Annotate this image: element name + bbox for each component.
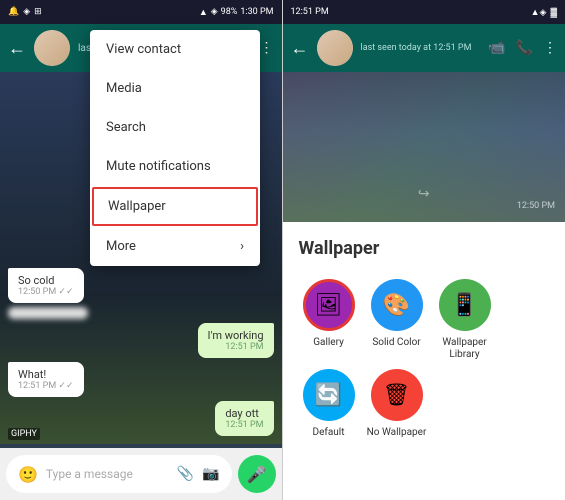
right-panel: 12:51 PM ▲◈ ▓ ← last seen today at 12:51… xyxy=(283,0,565,500)
menu-item-label-6: More xyxy=(106,239,136,254)
menu-item-label-3: Search xyxy=(106,120,146,135)
solid-color-icon-circle[interactable]: 🎨 xyxy=(371,279,423,331)
avatar-img-left xyxy=(34,30,70,66)
wallpaper-section-title: Wallpaper xyxy=(299,238,550,259)
more-icon-right[interactable]: ⋮ xyxy=(543,40,557,56)
input-placeholder: Type a message xyxy=(46,467,169,481)
menu-mute[interactable]: Mute notifications xyxy=(90,147,260,186)
header-actions-right[interactable]: 📹 📞 ⋮ xyxy=(488,40,557,56)
msg-time-4: 12:51 PM xyxy=(225,420,263,430)
menu-item-label-5: Wallpaper xyxy=(108,199,166,214)
status-left-right: 12:51 PM xyxy=(291,7,329,17)
message-working: I'm working 12:51 PM xyxy=(198,323,274,358)
wallpaper-lib-icon-circle[interactable]: 📱 xyxy=(439,279,491,331)
msg-time-1: 12:50 PM ✓✓ xyxy=(18,287,74,297)
notification-icon: 🔔 xyxy=(8,7,19,17)
msg-time-3: 12:51 PM ✓✓ xyxy=(18,381,74,391)
wallpaper-lib-icon: 📱 xyxy=(451,293,478,318)
time-left: 1:30 PM xyxy=(240,7,273,17)
msg-text-2: I'm working xyxy=(208,329,264,342)
emoji-icon[interactable]: 🙂 xyxy=(18,465,38,484)
context-menu: View contact Media Search Mute notificat… xyxy=(90,30,260,266)
menu-search[interactable]: Search xyxy=(90,108,260,147)
solid-color-label: Solid Color xyxy=(372,337,420,349)
back-button-left[interactable]: ← xyxy=(8,38,26,59)
option-default[interactable]: 🔄 Default xyxy=(299,369,359,439)
default-icon: 🔄 xyxy=(315,383,342,408)
wallpaper-library-label: Wallpaper Library xyxy=(435,337,495,361)
menu-wallpaper[interactable]: Wallpaper xyxy=(92,187,258,226)
chat-header-right: ← last seen today at 12:51 PM 📹 📞 ⋮ xyxy=(283,24,565,72)
gallery-label: Gallery xyxy=(313,337,344,349)
wifi-icon: ◈ xyxy=(211,7,218,17)
wallpaper-section: Wallpaper 🖼 Gallery 🎨 Solid Color 📱 xyxy=(283,222,565,500)
call-icon-right[interactable]: 📞 xyxy=(516,40,533,56)
no-wallpaper-icon-circle[interactable]: 🗑 xyxy=(371,369,423,421)
menu-more[interactable]: More › xyxy=(90,227,260,266)
wallpaper-options-grid: 🖼 Gallery 🎨 Solid Color 📱 Wallpaper Libr… xyxy=(299,279,550,439)
msg-text-4: day ott xyxy=(225,407,259,420)
avatar-right xyxy=(317,30,353,66)
network-icon-right: ▲◈ xyxy=(531,7,547,18)
more-apps-icon: ⊞ xyxy=(34,7,42,17)
menu-media[interactable]: Media xyxy=(90,69,260,108)
camera-icon[interactable]: 📷 xyxy=(202,466,219,482)
giphy-label: GIPHY xyxy=(8,428,40,440)
message-so-cold: So cold 12:50 PM ✓✓ xyxy=(8,268,84,303)
solid-color-icon: 🎨 xyxy=(383,293,410,318)
gallery-icon: 🖼 xyxy=(315,293,343,318)
menu-item-label-2: Media xyxy=(106,81,142,96)
attach-icon[interactable]: 📎 xyxy=(177,466,194,482)
default-icon-circle[interactable]: 🔄 xyxy=(303,369,355,421)
dropbox-icon: ◈ xyxy=(23,7,30,17)
mic-button[interactable]: 🎤 xyxy=(238,455,276,493)
chat-preview-bg: 12:50 PM ↪ xyxy=(283,72,565,222)
contact-info-right: last seen today at 12:51 PM xyxy=(361,43,481,53)
message-input-box[interactable]: 🙂 Type a message 📎 📷 xyxy=(6,455,232,493)
chevron-right-icon: › xyxy=(240,239,244,254)
no-wallpaper-icon: 🗑 xyxy=(383,383,411,408)
status-info-left: ▲ ◈ 98% 1:30 PM xyxy=(199,7,274,18)
status-icons-right: ▲◈ ▓ xyxy=(531,7,557,18)
mic-icon: 🎤 xyxy=(247,465,267,484)
video-call-icon-right[interactable]: 📹 xyxy=(488,40,505,56)
signal-icon: ▲ xyxy=(199,7,208,18)
time-right: 12:51 PM xyxy=(291,7,329,17)
default-label: Default xyxy=(313,427,345,439)
last-seen-right: last seen today at 12:51 PM xyxy=(361,43,481,53)
message-blurred-1 xyxy=(8,307,88,319)
menu-view-contact[interactable]: View contact xyxy=(90,30,260,69)
avatar-left xyxy=(34,30,70,66)
more-icon[interactable]: ⋮ xyxy=(260,40,274,56)
chat-input-bar-left: 🙂 Type a message 📎 📷 🎤 xyxy=(0,448,282,500)
menu-item-label-1: View contact xyxy=(106,42,181,57)
status-icons-left: 🔔 ◈ ⊞ xyxy=(8,7,42,17)
msg-text-3: What! xyxy=(18,368,46,381)
left-panel: 🔔 ◈ ⊞ ▲ ◈ 98% 1:30 PM ← last seen today … xyxy=(0,0,282,500)
msg-time-2: 12:51 PM xyxy=(208,342,264,352)
option-no-wallpaper[interactable]: 🗑 No Wallpaper xyxy=(367,369,427,439)
gallery-icon-circle[interactable]: 🖼 xyxy=(303,279,355,331)
option-solid-color[interactable]: 🎨 Solid Color xyxy=(367,279,427,349)
avatar-img-right xyxy=(317,30,353,66)
no-wallpaper-label: No Wallpaper xyxy=(367,427,427,439)
option-gallery[interactable]: 🖼 Gallery xyxy=(299,279,359,349)
back-button-right[interactable]: ← xyxy=(291,38,309,59)
message-what: What! 12:51 PM ✓✓ xyxy=(8,362,84,397)
msg-text-1: So cold xyxy=(18,274,54,287)
option-wallpaper-library[interactable]: 📱 Wallpaper Library xyxy=(435,279,495,361)
color-overlay xyxy=(283,72,565,222)
menu-item-label-4: Mute notifications xyxy=(106,159,211,174)
message-dayott: day ott 12:51 PM xyxy=(215,401,273,436)
battery-text: 98% xyxy=(221,7,238,17)
status-bar-left: 🔔 ◈ ⊞ ▲ ◈ 98% 1:30 PM xyxy=(0,0,282,24)
status-bar-right: 12:51 PM ▲◈ ▓ xyxy=(283,0,565,24)
battery-icon-right: ▓ xyxy=(550,7,557,18)
